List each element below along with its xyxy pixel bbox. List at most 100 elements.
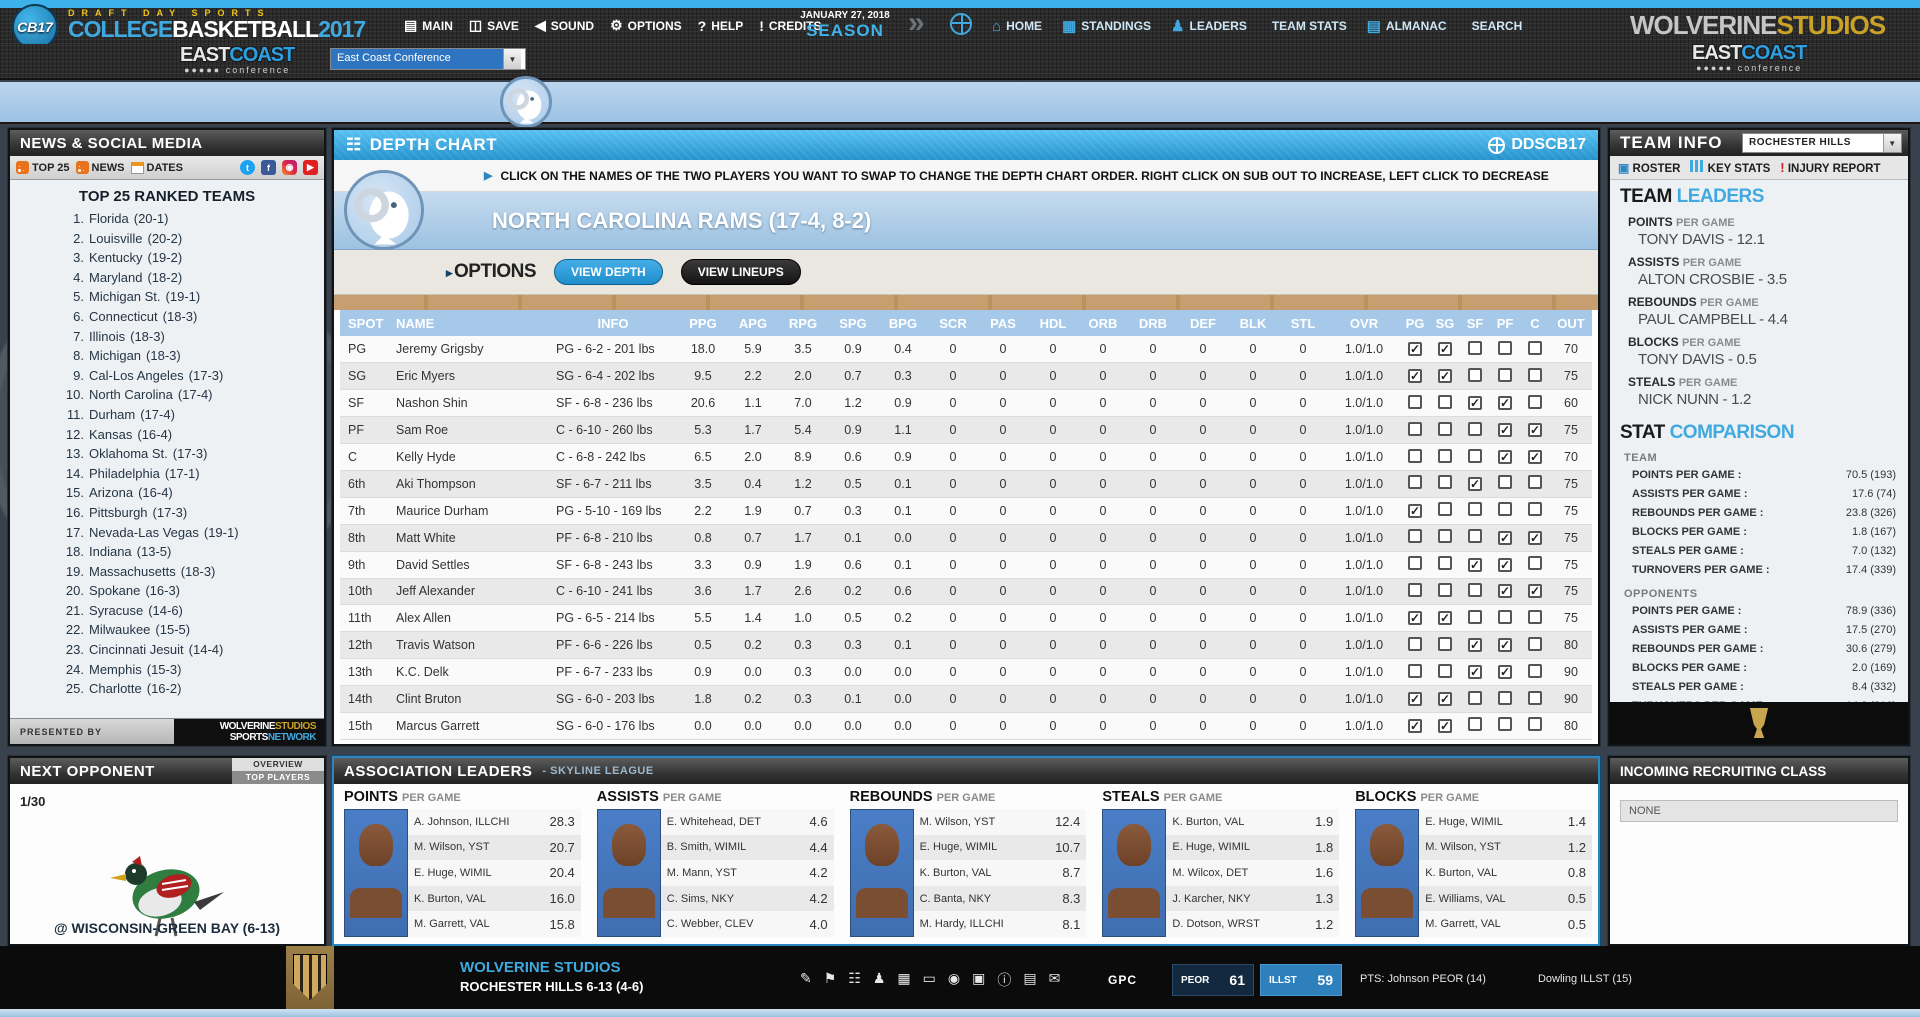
team-info-dropdown[interactable]: ROCHESTER HILLS ▼ xyxy=(1742,133,1902,153)
pf-checkbox[interactable] xyxy=(1498,396,1512,410)
pg-checkbox[interactable] xyxy=(1408,637,1422,651)
sub-out-value[interactable]: 75 xyxy=(1550,497,1592,524)
top25-row[interactable]: 14. Philadelphia (17-1) xyxy=(62,464,324,484)
toolbar-icon[interactable]: ☷ xyxy=(848,970,861,990)
pg-checkbox[interactable] xyxy=(1408,395,1422,409)
top25-row[interactable]: 21. Syracuse (14-6) xyxy=(62,601,324,621)
nav-item[interactable]: ▤ ALMANAC xyxy=(1367,17,1447,35)
column-header[interactable]: SF xyxy=(1460,310,1490,336)
sf-checkbox[interactable] xyxy=(1468,638,1482,652)
top25-row[interactable]: 8. Michigan (18-3) xyxy=(62,346,324,366)
bottom-team-record[interactable]: ROCHESTER HILLS 6-13 (4-6) xyxy=(460,977,643,996)
depth-table-row[interactable]: 15th Marcus Garrett SG - 6-0 - 176 lbs 0… xyxy=(340,712,1592,739)
top25-row[interactable]: 4. Maryland (18-2) xyxy=(62,268,324,288)
basketball-icon[interactable] xyxy=(950,13,972,35)
sf-checkbox[interactable] xyxy=(1468,558,1482,572)
pf-checkbox[interactable] xyxy=(1498,558,1512,572)
depth-table-row[interactable]: 8th Matt White PF - 6-8 - 210 lbs 0.8 0.… xyxy=(340,524,1592,551)
nav-item[interactable]: ⌂ HOME xyxy=(992,17,1042,35)
sg-checkbox[interactable] xyxy=(1438,475,1452,489)
c-checkbox[interactable] xyxy=(1528,450,1542,464)
c-checkbox[interactable] xyxy=(1528,341,1542,355)
sub-out-value[interactable]: 75 xyxy=(1550,605,1592,632)
toolbar-icon[interactable]: ✎ xyxy=(800,970,812,990)
sub-out-value[interactable]: 80 xyxy=(1550,712,1592,739)
player-name[interactable]: Jeremy Grigsby xyxy=(388,336,548,363)
column-header[interactable]: SPOT xyxy=(340,310,388,336)
player-name[interactable]: Travis Watson xyxy=(388,632,548,659)
pg-checkbox[interactable] xyxy=(1408,611,1422,625)
dropdown-arrow-icon[interactable]: ▼ xyxy=(503,49,521,69)
leader-row[interactable]: K. Burton, VAL0.8 xyxy=(1419,860,1592,886)
sub-out-value[interactable]: 75 xyxy=(1550,578,1592,605)
top25-row[interactable]: 7. Illinois (18-3) xyxy=(62,327,324,347)
sf-checkbox[interactable] xyxy=(1468,691,1482,705)
pg-checkbox[interactable] xyxy=(1408,664,1422,678)
toolbar-icon[interactable]: ♟ xyxy=(873,970,886,990)
toolbar-icon[interactable]: ▤ xyxy=(1023,970,1036,990)
depth-table-row[interactable]: SG Eric Myers SG - 6-4 - 202 lbs 9.5 2.2… xyxy=(340,363,1592,390)
c-checkbox[interactable] xyxy=(1528,395,1542,409)
pg-checkbox[interactable] xyxy=(1408,422,1422,436)
key-stats-link[interactable]: KEY STATS xyxy=(1690,160,1770,175)
sub-out-value[interactable]: 90 xyxy=(1550,686,1592,713)
pg-checkbox[interactable] xyxy=(1408,719,1422,733)
top25-row[interactable]: 25. Charlotte (16-2) xyxy=(62,679,324,699)
tab-news[interactable]: NEWS xyxy=(76,161,125,174)
sf-checkbox[interactable] xyxy=(1468,449,1482,463)
top25-row[interactable]: 15. Arizona (16-4) xyxy=(62,483,324,503)
pf-checkbox[interactable] xyxy=(1498,450,1512,464)
menu-item[interactable]: ▤ MAIN xyxy=(404,17,453,34)
sg-checkbox[interactable] xyxy=(1438,395,1452,409)
player-name[interactable]: Aki Thompson xyxy=(388,470,548,497)
c-checkbox[interactable] xyxy=(1528,368,1542,382)
toolbar-icon[interactable]: ⚑ xyxy=(824,970,837,990)
top25-row[interactable]: 3. Kentucky (19-2) xyxy=(62,248,324,268)
pg-checkbox[interactable] xyxy=(1408,583,1422,597)
top25-row[interactable]: 16. Pittsburgh (17-3) xyxy=(62,503,324,523)
advance-chevrons-icon[interactable]: » xyxy=(908,6,925,40)
top25-row[interactable]: 18. Indiana (13-5) xyxy=(62,542,324,562)
sg-checkbox[interactable] xyxy=(1438,583,1452,597)
sf-checkbox[interactable] xyxy=(1468,717,1482,731)
leader-value[interactable]: PAUL CAMPBELL - 4.4 xyxy=(1638,311,1898,328)
injury-report-link[interactable]: ! INJURY REPORT xyxy=(1780,160,1880,175)
leader-row[interactable]: D. Dotson, WRST1.2 xyxy=(1166,911,1339,937)
leader-row[interactable]: M. Wilcox, DET1.6 xyxy=(1166,860,1339,886)
leader-value[interactable]: ALTON CROSBIE - 3.5 xyxy=(1638,271,1898,288)
sg-checkbox[interactable] xyxy=(1438,719,1452,733)
leader-row[interactable]: M. Wilson, YST20.7 xyxy=(408,835,581,861)
dropdown-arrow-icon[interactable]: ▼ xyxy=(1883,134,1901,152)
column-header[interactable]: BPG xyxy=(878,310,928,336)
column-header[interactable]: SCR xyxy=(928,310,978,336)
pf-checkbox[interactable] xyxy=(1498,665,1512,679)
leader-row[interactable]: M. Mann, YST4.2 xyxy=(661,860,834,886)
sub-out-value[interactable]: 75 xyxy=(1550,551,1592,578)
sg-checkbox[interactable] xyxy=(1438,611,1452,625)
leader-row[interactable]: J. Karcher, NKY1.3 xyxy=(1166,886,1339,912)
column-header[interactable]: SG xyxy=(1430,310,1460,336)
pg-checkbox[interactable] xyxy=(1408,449,1422,463)
player-name[interactable]: Alex Allen xyxy=(388,605,548,632)
sg-checkbox[interactable] xyxy=(1438,529,1452,543)
column-header[interactable]: PPG xyxy=(678,310,728,336)
pg-checkbox[interactable] xyxy=(1408,369,1422,383)
pf-checkbox[interactable] xyxy=(1498,502,1512,516)
facebook-icon[interactable]: f xyxy=(261,160,276,175)
pf-checkbox[interactable] xyxy=(1498,610,1512,624)
top25-row[interactable]: 9. Cal-Los Angeles (17-3) xyxy=(62,366,324,386)
toolbar-icon[interactable]: ⓘ xyxy=(997,970,1011,990)
sf-checkbox[interactable] xyxy=(1468,477,1482,491)
sub-out-value[interactable]: 75 xyxy=(1550,363,1592,390)
leader-value[interactable]: NICK NUNN - 1.2 xyxy=(1638,391,1898,408)
nav-item[interactable]: SEARCH xyxy=(1467,17,1523,35)
c-checkbox[interactable] xyxy=(1528,531,1542,545)
top25-row[interactable]: 1. Florida (20-1) xyxy=(62,209,324,229)
column-header[interactable]: STL xyxy=(1278,310,1328,336)
top25-row[interactable]: 24. Memphis (15-3) xyxy=(62,660,324,680)
sub-out-value[interactable]: 80 xyxy=(1550,632,1592,659)
top25-row[interactable]: 2. Louisville (20-2) xyxy=(62,229,324,249)
pf-checkbox[interactable] xyxy=(1498,368,1512,382)
sub-out-value[interactable]: 60 xyxy=(1550,390,1592,417)
column-header[interactable]: C xyxy=(1520,310,1550,336)
